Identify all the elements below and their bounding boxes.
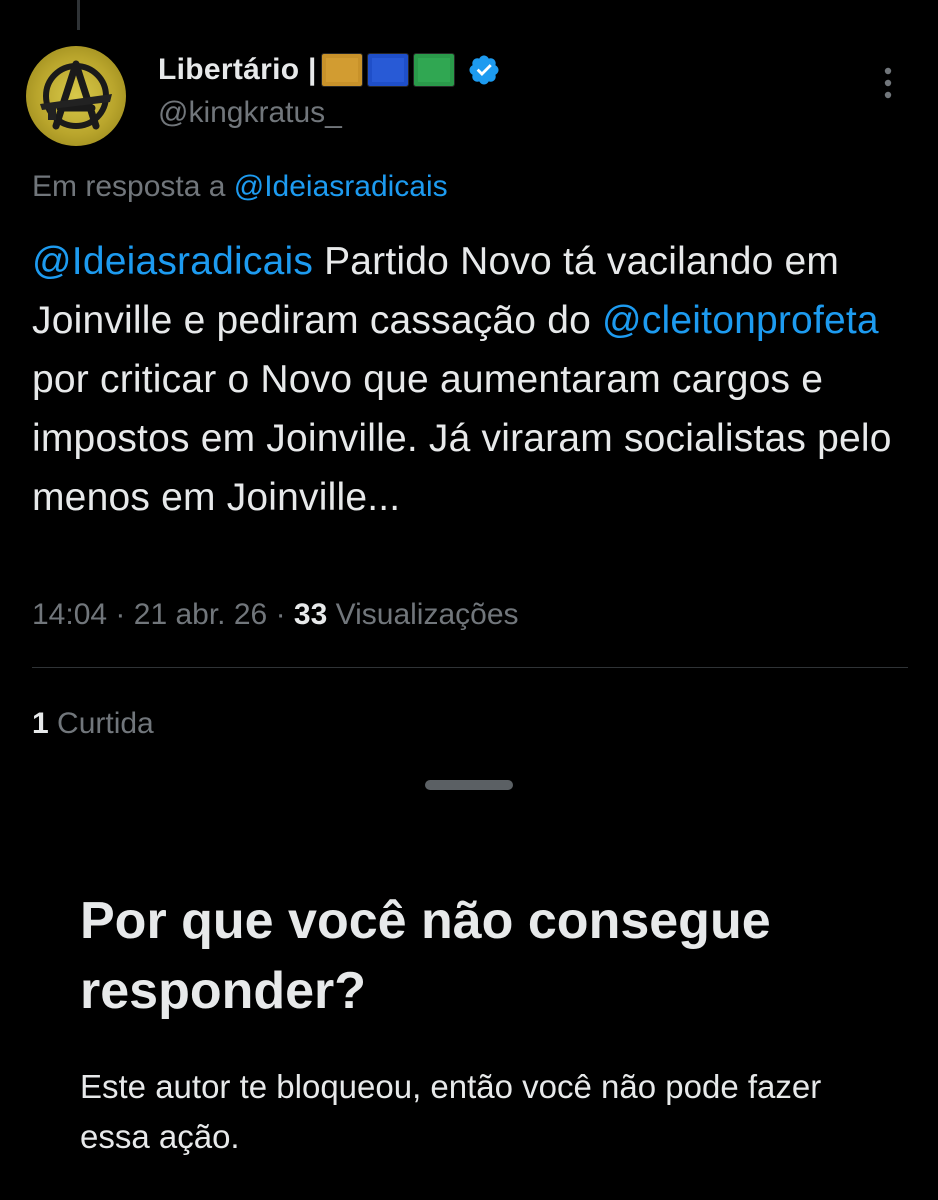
views-count: 33 — [293, 598, 328, 631]
tweet-text: @Ideiasradicais Partido Novo tá vaciland… — [32, 232, 912, 527]
bottom-sheet-body: Este autor te bloqueou, então você não p… — [80, 1068, 822, 1155]
author-display-name[interactable]: Libertário | — [158, 53, 317, 87]
flag-emoji-icon — [320, 53, 363, 87]
tweet-time[interactable]: 14:04 — [32, 598, 107, 631]
mention-link[interactable]: @Ideiasradicais — [32, 240, 313, 283]
avatar-emblem-icon — [40, 60, 112, 130]
reply-to-handle-link[interactable]: @Ideiasradicais — [234, 170, 448, 203]
flag-emoji-icon — [366, 53, 409, 87]
author-name-row[interactable]: Libertário | — [158, 50, 501, 90]
mention-link[interactable]: @cleitonprofeta — [602, 299, 879, 342]
tweet-text-part: por criticar o Novo que aumentaram cargo… — [32, 358, 892, 519]
tweet-date[interactable]: 21 abr. 26 — [134, 598, 267, 631]
divider — [32, 667, 908, 668]
tweet-metadata: 14:04 · 21 abr. 26 · 33 Visualizações — [32, 598, 519, 632]
likes-stat[interactable]: 1 Curtida — [32, 707, 154, 741]
views-label: Visualizações — [335, 598, 519, 631]
likes-label: Curtida — [57, 707, 154, 740]
verified-badge-icon — [469, 55, 499, 85]
bottom-sheet-drag-handle[interactable] — [425, 780, 513, 790]
avatar[interactable] — [26, 46, 126, 146]
flag-emoji-icon — [412, 53, 455, 87]
reply-context: Em resposta a @Ideiasradicais — [32, 170, 448, 204]
more-vertical-icon[interactable] — [878, 66, 898, 100]
likes-count: 1 — [32, 707, 49, 740]
thread-line — [77, 0, 80, 30]
meta-separator: · — [275, 598, 286, 631]
bottom-sheet-title: Por que você não consegue responder? — [80, 892, 771, 1020]
reply-to-label: Em resposta a — [32, 170, 226, 203]
author-handle[interactable]: @kingkratus_ — [158, 96, 342, 130]
meta-separator: · — [115, 598, 126, 631]
